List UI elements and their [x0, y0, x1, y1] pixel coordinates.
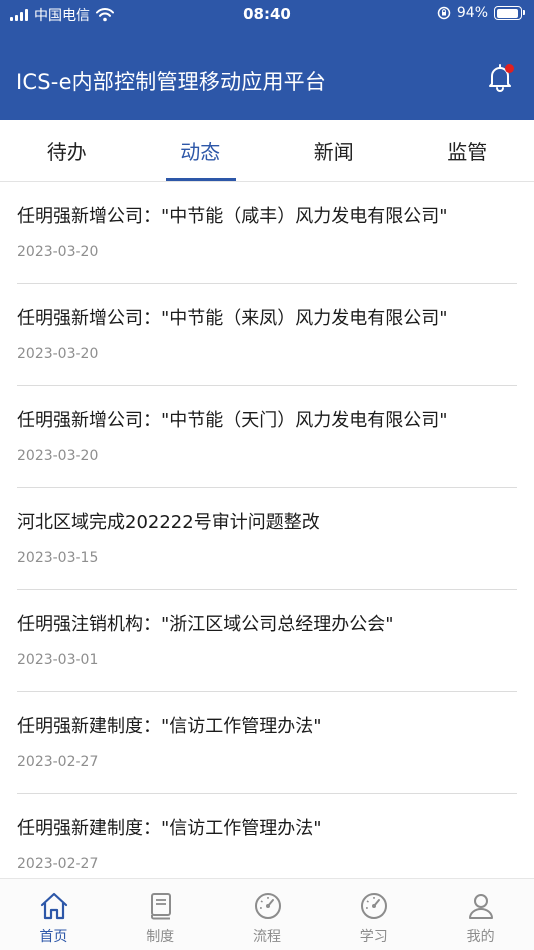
- nav-policy[interactable]: 制度: [107, 879, 214, 950]
- orientation-lock-icon: [437, 6, 451, 20]
- tab-todo[interactable]: 待办: [0, 120, 134, 181]
- nav-process[interactable]: 流程: [214, 879, 321, 950]
- list-item[interactable]: 河北区域完成202222号审计问题整改 2023-03-15: [17, 488, 517, 590]
- item-date: 2023-03-15: [17, 550, 99, 566]
- book-icon: [150, 893, 171, 920]
- gauge-icon: [254, 893, 281, 919]
- item-title: 任明强新增公司："中节能（天门）风力发电有限公司": [17, 410, 448, 431]
- nav-profile[interactable]: 我的: [427, 879, 534, 950]
- gauge-icon: [361, 893, 388, 919]
- activity-feed[interactable]: 任明强新增公司："中节能（咸丰）风力发电有限公司" 2023-03-20 任明强…: [0, 182, 534, 878]
- item-title: 任明强新建制度："信访工作管理办法": [17, 716, 322, 737]
- nav-label: 流程: [252, 929, 281, 945]
- nav-home[interactable]: 首页: [0, 879, 107, 950]
- list-item[interactable]: 任明强注销机构："浙江区域公司总经理办公会" 2023-03-01: [17, 590, 517, 692]
- list-item[interactable]: 任明强新建制度："信访工作管理办法" 2023-02-27: [17, 692, 517, 794]
- nav-label: 首页: [39, 929, 68, 945]
- item-date: 2023-03-01: [17, 652, 99, 668]
- list-item[interactable]: 任明强新增公司："中节能（来凤）风力发电有限公司" 2023-03-20: [17, 284, 517, 386]
- item-date: 2023-02-27: [17, 754, 99, 770]
- notification-badge: [505, 64, 514, 73]
- item-date: 2023-02-27: [17, 856, 99, 872]
- tab-activity[interactable]: 动态: [134, 120, 268, 181]
- item-title: 任明强注销机构："浙江区域公司总经理办公会": [17, 614, 394, 635]
- item-date: 2023-03-20: [17, 448, 99, 464]
- tab-bar: 待办 动态 新闻 监管: [0, 120, 534, 182]
- tab-supervision[interactable]: 监管: [401, 120, 534, 181]
- page-title: ICS-e内部控制管理移动应用平台: [16, 70, 327, 94]
- tab-news[interactable]: 新闻: [267, 120, 401, 181]
- home-icon: [40, 892, 68, 920]
- bottom-nav: 首页 制度 流程 学习 我的: [0, 878, 534, 950]
- item-title: 任明强新增公司："中节能（来凤）风力发电有限公司": [17, 308, 448, 329]
- list-item[interactable]: 任明强新增公司："中节能（咸丰）风力发电有限公司" 2023-03-20: [17, 182, 517, 284]
- item-title: 任明强新增公司："中节能（咸丰）风力发电有限公司": [17, 206, 448, 227]
- battery-percent: 94%: [456, 5, 488, 21]
- nav-label: 我的: [466, 929, 495, 945]
- item-date: 2023-03-20: [17, 346, 99, 362]
- item-title: 任明强新建制度："信访工作管理办法": [17, 818, 322, 839]
- app-header: 中国电信 08:40 94% ICS-e内部控制管理移动应用平台: [0, 0, 534, 120]
- nav-label: 学习: [359, 929, 388, 945]
- user-icon: [469, 894, 494, 919]
- nav-label: 制度: [146, 929, 175, 945]
- item-title: 河北区域完成202222号审计问题整改: [17, 512, 320, 533]
- status-right: 94%: [437, 5, 525, 21]
- status-bar: 中国电信 08:40 94%: [0, 0, 534, 30]
- nav-learning[interactable]: 学习: [320, 879, 427, 950]
- list-item[interactable]: 任明强新增公司："中节能（天门）风力发电有限公司" 2023-03-20: [17, 386, 517, 488]
- item-date: 2023-03-20: [17, 244, 99, 260]
- battery-icon: [494, 6, 525, 20]
- list-item[interactable]: 任明强新建制度："信访工作管理办法" 2023-02-27: [17, 794, 517, 878]
